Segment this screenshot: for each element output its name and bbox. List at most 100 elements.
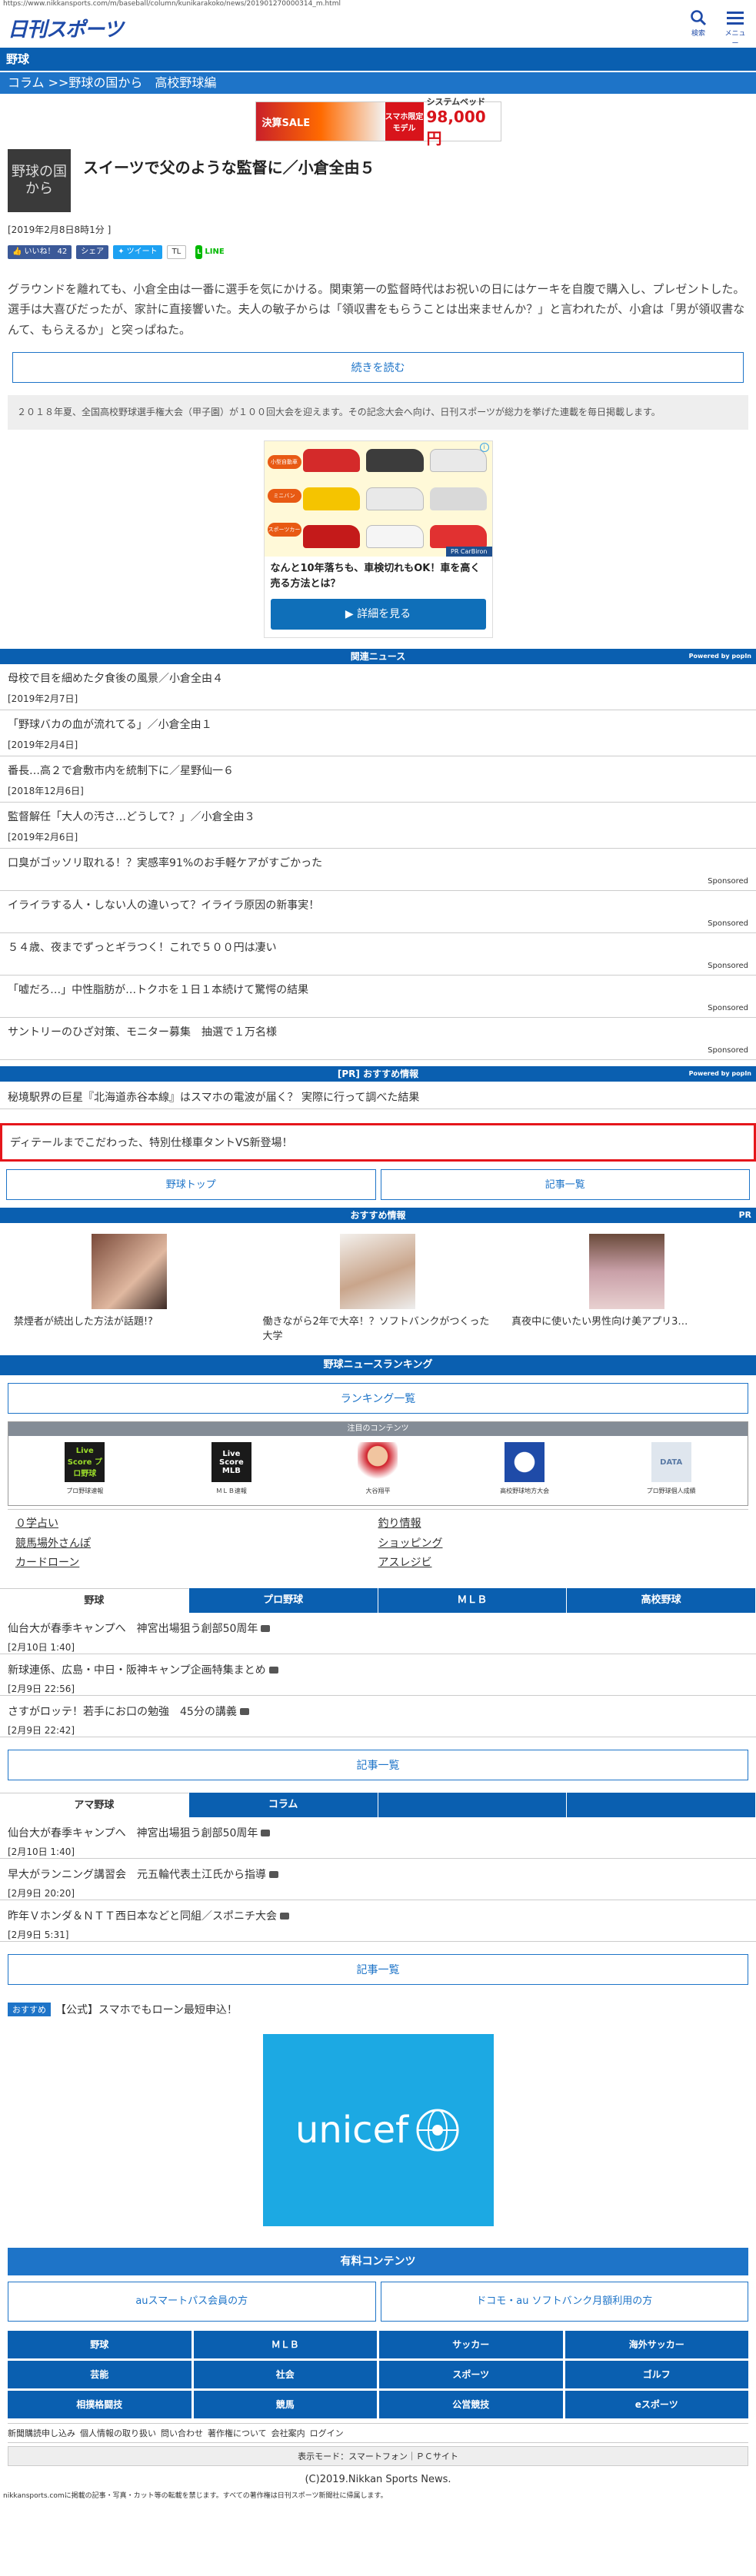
category-link[interactable]: 公営競技: [379, 2390, 563, 2418]
sponsored-item[interactable]: 「嘘だろ…」中性脂肪が…トクホを１日１本続けて驚愕の結果 Sponsored: [0, 976, 756, 1019]
banner-product: システムベッド: [426, 96, 486, 107]
tweet-button[interactable]: ✦ ツイート: [113, 245, 162, 259]
list-item[interactable]: 母校で目を細めた夕食後の風景／小倉全由４ [2019年2月7日]: [0, 664, 756, 711]
content-link[interactable]: 釣り情報: [378, 1514, 741, 1534]
site-logo[interactable]: 日刊スポーツ: [8, 14, 123, 42]
article-list-button[interactable]: 記事一覧: [8, 1749, 748, 1780]
car-icon: [366, 525, 424, 548]
tweet-label: ツイート: [126, 248, 158, 256]
list-item[interactable]: 番長…高２で倉敷市内を統制下に／星野仙一６ [2018年12月6日]: [0, 756, 756, 803]
column-thumbnail[interactable]: 野球の国から: [8, 149, 71, 212]
tab-amateur[interactable]: アマ野球: [0, 1792, 189, 1817]
section-title[interactable]: 野球: [0, 48, 756, 71]
tab-high-school[interactable]: 高校野球: [567, 1587, 756, 1613]
copyright: (C)2019.Nikkan Sports News.: [305, 2473, 451, 2485]
ranking-list-button[interactable]: ランキング一覧: [8, 1383, 748, 1414]
unicef-banner[interactable]: unicef: [262, 2033, 494, 2226]
category-link[interactable]: 海外サッカー: [565, 2330, 748, 2358]
sponsored-item[interactable]: 口臭がゴッソリ取れる！？実感率91%のお手軽ケアがすごかった Sponsored: [0, 849, 756, 892]
news-title: さすがロッテ！若手にお口の勉強 45分の講義: [8, 1705, 237, 1718]
content-link[interactable]: ０学占い: [15, 1514, 378, 1534]
car-promo-box[interactable]: ディテールまでこだわった、特別仕様車タントVS新登場！: [0, 1123, 756, 1162]
line-button[interactable]: L LINE: [191, 245, 229, 259]
focus-label: 高校野球地方大会: [500, 1487, 550, 1495]
sponsored-item[interactable]: サントリーのひざ対策、モニター募集 抽選で１万名様 Sponsored: [0, 1018, 756, 1061]
tab-baseball[interactable]: 野球: [0, 1587, 189, 1613]
content-link[interactable]: ショッピング: [378, 1534, 741, 1554]
list-item[interactable]: 早大がランニング講習会 元五輪代表土江氏から指導 [2月9日 20:20]: [0, 1859, 756, 1900]
car-ad-cta-button[interactable]: ▶ 詳細を見る: [270, 599, 486, 630]
category-link[interactable]: 相撲格闘技: [8, 2390, 191, 2418]
article-list-button[interactable]: 記事一覧: [8, 1953, 748, 1985]
category-nav: 野球 ＭＬＢ サッカー 海外サッカー 芸能 社会 スポーツ ゴルフ 相撲格闘技 …: [8, 2330, 748, 2418]
list-item[interactable]: さすがロッテ！若手にお口の勉強 45分の講義 [2月9日 22:42]: [0, 1696, 756, 1737]
list-item[interactable]: 仙台大が春季キャンプへ 神宮出場狙う創部50周年 [2月10日 1:40]: [0, 1817, 756, 1859]
content-link[interactable]: アスレジビ: [378, 1554, 741, 1573]
promo-tag: おすすめ: [8, 2002, 51, 2016]
recommend-title: おすすめ情報: [350, 1210, 406, 1222]
category-link[interactable]: スポーツ: [379, 2360, 563, 2388]
footer-link[interactable]: 問い合わせ: [161, 2427, 203, 2439]
car-ad-text: なんと10年落ちも、車検切れもOK！車を高く売る方法とは？: [270, 563, 481, 590]
sponsored-item[interactable]: ５４歳、夜までずっとギラつく！これで５００円は凄い Sponsored: [0, 933, 756, 976]
focus-item[interactable]: DATA プロ野球個人成績: [637, 1442, 706, 1499]
breadcrumb[interactable]: コラム >>野球の国から 高校野球編: [0, 72, 756, 94]
category-link[interactable]: 野球: [8, 2330, 191, 2358]
tab-mlb[interactable]: ＭＬＢ: [378, 1587, 568, 1613]
category-link[interactable]: ゴルフ: [565, 2360, 748, 2388]
au-smartpass-button[interactable]: auスマートパス会員の方: [8, 2281, 376, 2322]
news-title: 「野球バカの血が流れてる」／小倉全由１: [8, 719, 212, 732]
category-link[interactable]: 競馬: [193, 2390, 377, 2418]
banner-ad[interactable]: 決算SALE スマホ限定モデル システムベッド 98,000円: [255, 97, 501, 148]
category-link[interactable]: 芸能: [8, 2360, 191, 2388]
baseball-top-button[interactable]: 野球トップ: [6, 1169, 376, 1201]
focus-item[interactable]: 大谷翔平: [343, 1442, 412, 1499]
focus-item[interactable]: Live Score プロ野球 プロ野球速報: [50, 1442, 119, 1499]
sponsored-tag: Sponsored: [708, 1004, 748, 1013]
ad-info-icon[interactable]: i: [479, 443, 489, 453]
recommend-item[interactable]: 禁煙者が続出した方法が話題!?: [14, 1234, 245, 1345]
promo-link[interactable]: おすすめ 【公式】スマホでもローン最短申込！: [0, 1997, 756, 2022]
content-link[interactable]: 競馬場外さんぽ: [15, 1534, 378, 1554]
tab-column[interactable]: コラム: [188, 1792, 378, 1817]
article-list-button[interactable]: 記事一覧: [380, 1169, 750, 1201]
car-ad-card[interactable]: i 小型自動車 ミニバン スポーツカー PR CarBiron なんと10年落ち…: [263, 440, 493, 639]
list-item[interactable]: 仙台大が春季キャンプへ 神宮出場狙う創部50周年 [2月10日 1:40]: [0, 1613, 756, 1654]
facebook-share-button[interactable]: シェア: [76, 245, 109, 259]
category-link[interactable]: サッカー: [379, 2330, 563, 2358]
footer-link[interactable]: ログイン: [310, 2427, 344, 2439]
content-link[interactable]: カードローン: [15, 1554, 378, 1573]
sponsored-title: 「嘘だろ…」中性脂肪が…トクホを１日１本続けて驚愕の結果: [8, 984, 309, 997]
focus-item[interactable]: 高校野球地方大会: [490, 1442, 559, 1499]
footer-link[interactable]: 会社案内: [271, 2427, 305, 2439]
tab-pro-baseball[interactable]: プロ野球: [188, 1587, 378, 1613]
display-mode-switch[interactable]: 表示モード：スマートフォン｜ＰＣサイト: [8, 2445, 748, 2466]
recommend-item[interactable]: 働きながら2年で大卒！？ソフトバンクがつくった大学: [262, 1234, 493, 1345]
list-item[interactable]: 監督解任「大人の汚さ…どうして？」／小倉全由３ [2019年2月6日]: [0, 803, 756, 849]
category-link[interactable]: 社会: [193, 2360, 377, 2388]
read-more-button[interactable]: 続きを読む: [12, 351, 744, 383]
news-date: [2月10日 1:40]: [8, 1641, 75, 1653]
footer-link[interactable]: 個人情報の取り扱い: [80, 2427, 156, 2439]
carrier-monthly-button[interactable]: ドコモ・au ソフトバンク月額利用の方: [380, 2281, 748, 2322]
camera-icon: [261, 1625, 271, 1633]
tab-news-list-1: 仙台大が春季キャンプへ 神宮出場狙う創部50周年 [2月10日 1:40] 新球連…: [0, 1613, 756, 1737]
list-item[interactable]: 昨年Ｖホンダ＆ＮＴＴ西日本などと同組／スポニチ大会 [2月9日 5:31]: [0, 1900, 756, 1942]
sponsored-item[interactable]: イライラする人・しない人の違いって？イライラ原因の新事実！ Sponsored: [0, 891, 756, 934]
search-button[interactable]: 検索: [685, 8, 711, 48]
menu-button[interactable]: メニュー: [722, 8, 748, 48]
tl-button[interactable]: TL: [166, 245, 187, 259]
news-title: 監督解任「大人の汚さ…どうして？」／小倉全由３: [8, 811, 255, 824]
pr-item[interactable]: 秘境駅界の巨星『北海道赤谷本線』はスマホの電波が届く？ 実際に行って調べた結果: [0, 1082, 756, 1110]
category-link[interactable]: ＭＬＢ: [193, 2330, 377, 2358]
footer-link[interactable]: 著作権について: [208, 2427, 267, 2439]
facebook-like-button[interactable]: 👍 いいね！ 42: [8, 245, 72, 259]
car-ad-label: ミニバン: [267, 489, 301, 504]
nav-buttons: 野球トップ 記事一覧: [0, 1162, 756, 1208]
list-item[interactable]: 「野球バカの血が流れてる」／小倉全由１ [2019年2月4日]: [0, 710, 756, 757]
footer-link[interactable]: 新聞購読申し込み: [8, 2427, 75, 2439]
list-item[interactable]: 新球連係、広島・中日・阪神キャンプ企画特集まとめ [2月9日 22:56]: [0, 1654, 756, 1696]
focus-item[interactable]: Live Score MLB ＭＬＢ速報: [197, 1442, 266, 1499]
recommend-item[interactable]: 真夜中に使いたい男性向け美アプリ3…: [511, 1234, 742, 1345]
category-link[interactable]: eスポーツ: [565, 2390, 748, 2418]
